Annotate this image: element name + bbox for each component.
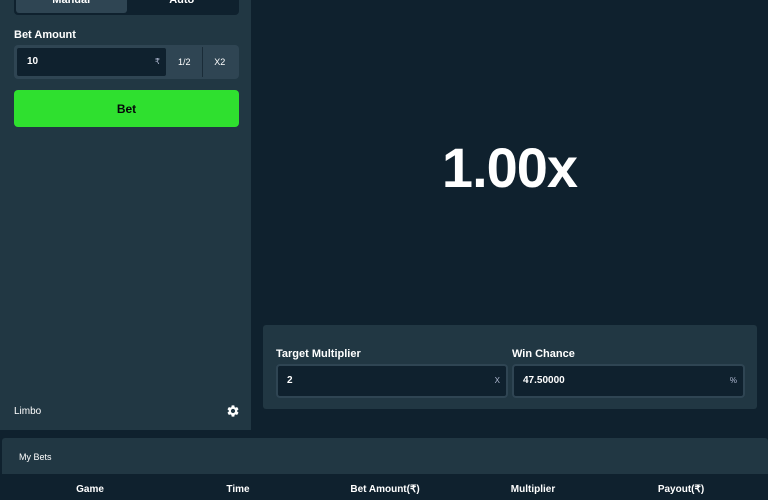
bet-sidebar: Manual Auto Bet Amount 10 ₹ 1/2 X2 Bet L… [0, 0, 251, 430]
rupee-icon: ₹ [154, 57, 160, 66]
bet-amount-row: 10 ₹ 1/2 X2 [14, 45, 239, 79]
mode-tabs: Manual Auto [14, 0, 239, 15]
tab-manual[interactable]: Manual [16, 0, 127, 13]
bets-table-header: Game Time Bet Amount(₹) Multiplier Payou… [2, 474, 768, 500]
win-chance-input[interactable]: 47.50000 [523, 366, 565, 396]
bet-button[interactable]: Bet [14, 90, 239, 127]
half-bet-button[interactable]: 1/2 [167, 47, 203, 77]
double-bet-button[interactable]: X2 [203, 47, 238, 77]
target-multiplier-field[interactable]: 2 X [276, 364, 508, 398]
game-name: Limbo [14, 406, 42, 417]
column-time: Time [226, 484, 250, 495]
win-chance-field[interactable]: 47.50000 % [512, 364, 745, 398]
percent-icon: % [729, 376, 737, 385]
column-game: Game [76, 484, 104, 495]
bet-amount-field[interactable]: 10 ₹ [16, 47, 167, 77]
column-multiplier: Multiplier [510, 484, 556, 495]
game-controls: Target Multiplier 2 X Win Chance 47.5000… [263, 325, 757, 409]
my-bets-title[interactable]: My Bets [19, 452, 52, 462]
target-multiplier-label: Target Multiplier [276, 348, 361, 360]
multiplier-display: 1.00x [441, 136, 578, 199]
multiplier-x-icon: X [494, 376, 500, 385]
my-bets-panel: My Bets Game Time Bet Amount(₹) Multipli… [2, 438, 768, 500]
bet-amount-input[interactable]: 10 [27, 48, 38, 76]
gear-icon[interactable] [226, 404, 240, 418]
bet-amount-label: Bet Amount [14, 29, 76, 41]
column-payout: Payout(₹) [657, 484, 705, 495]
column-bet-amount: Bet Amount(₹) [350, 484, 420, 495]
tab-auto[interactable]: Auto [127, 0, 238, 13]
win-chance-label: Win Chance [512, 348, 575, 360]
target-multiplier-input[interactable]: 2 [287, 366, 293, 396]
